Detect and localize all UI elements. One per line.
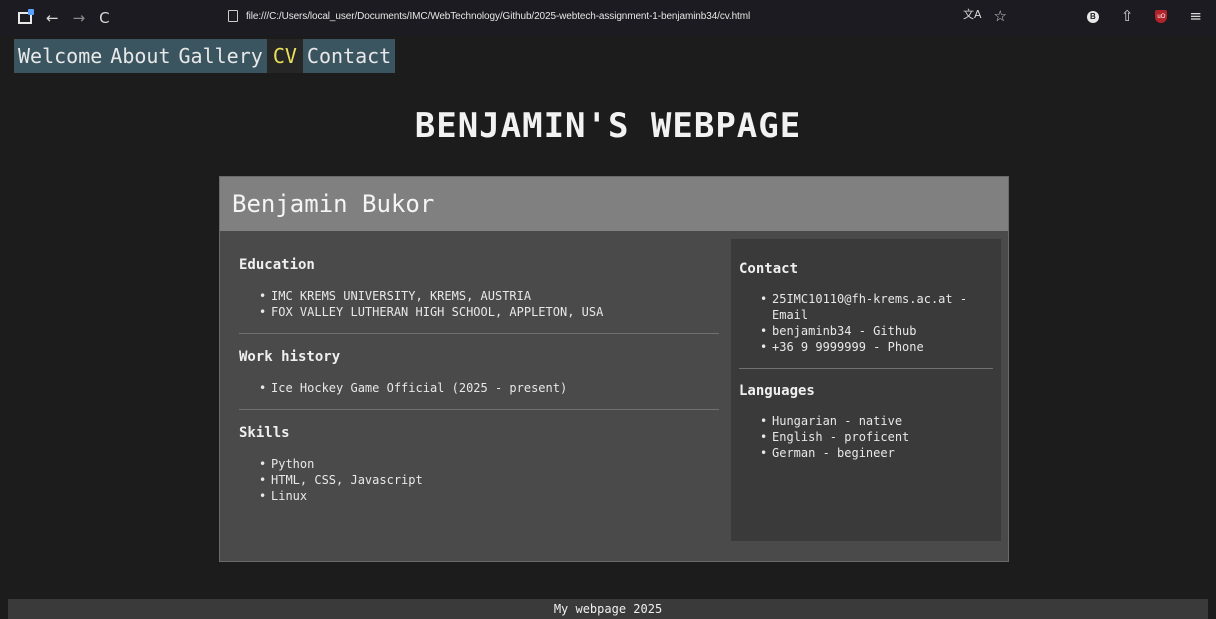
menu-icon[interactable]: ≡ <box>1189 9 1202 24</box>
site-title: BENJAMIN'S WEBPAGE <box>414 106 802 146</box>
list-item: IMC KREMS UNIVERSITY, KREMS, AUSTRIA <box>259 288 719 304</box>
skills-list: Python HTML, CSS, Javascript Linux <box>239 456 719 504</box>
page-icon <box>228 10 238 22</box>
cv-card: Benjamin Bukor Education IMC KREMS UNIVE… <box>219 176 1009 562</box>
page-viewport: Welcome About Gallery CV Contact BENJAMI… <box>8 36 1208 619</box>
back-icon[interactable]: ← <box>46 10 59 26</box>
section-divider <box>739 368 993 369</box>
nav-cv[interactable]: CV <box>266 39 303 73</box>
nav-contact[interactable]: Contact <box>302 39 396 73</box>
contact-list: 25IMC10110@fh-krems.ac.at - Email benjam… <box>739 291 993 355</box>
reload-icon[interactable]: C <box>99 10 109 26</box>
cv-main-column: Education IMC KREMS UNIVERSITY, KREMS, A… <box>239 257 719 504</box>
bookmark-star-icon[interactable]: ☆ <box>994 9 1007 24</box>
nav-gallery[interactable]: Gallery <box>174 39 267 73</box>
list-item: Ice Hockey Game Official (2025 - present… <box>259 380 719 396</box>
main-nav: Welcome About Gallery CV Contact <box>14 39 396 73</box>
contact-title: Contact <box>739 261 799 277</box>
cv-name: Benjamin Bukor <box>232 190 435 218</box>
work-history-title: Work history <box>239 349 341 365</box>
list-item: HTML, CSS, Javascript <box>259 472 719 488</box>
list-item: English - proficent <box>760 429 993 445</box>
forward-icon[interactable]: → <box>73 10 86 26</box>
list-item: Linux <box>259 488 719 504</box>
education-title: Education <box>239 257 315 273</box>
translate-icon[interactable]: 文A <box>963 9 982 24</box>
address-bar[interactable]: file:///C:/Users/local_user/Documents/IM… <box>228 10 750 22</box>
languages-list: Hungarian - native English - proficent G… <box>739 413 993 461</box>
work-history-list: Ice Hockey Game Official (2025 - present… <box>239 380 719 396</box>
cv-sidebar: Contact 25IMC10110@fh-krems.ac.at - Emai… <box>731 239 1001 541</box>
list-item: Hungarian - native <box>760 413 993 429</box>
extensions-icon[interactable]: ⇧ <box>1121 9 1134 24</box>
cv-header: Benjamin Bukor <box>220 177 1008 231</box>
contact-phone: +36 9 9999999 - Phone <box>760 339 993 355</box>
languages-title: Languages <box>739 383 815 399</box>
nav-welcome[interactable]: Welcome <box>14 39 107 73</box>
contact-email: 25IMC10110@fh-krems.ac.at - Email <box>760 291 993 323</box>
browser-toolbar: ← → C file:///C:/Users/local_user/Docume… <box>0 0 1216 36</box>
ublock-icon[interactable]: uO <box>1155 10 1168 23</box>
section-divider <box>239 409 719 410</box>
list-item: German - begineer <box>760 445 993 461</box>
list-item: FOX VALLEY LUTHERAN HIGH SCHOOL, APPLETO… <box>259 304 719 320</box>
section-divider <box>239 333 719 334</box>
skills-title: Skills <box>239 425 290 441</box>
tab-icon[interactable] <box>18 9 34 24</box>
nav-about[interactable]: About <box>106 39 175 73</box>
url-text[interactable]: file:///C:/Users/local_user/Documents/IM… <box>246 11 750 22</box>
education-list: IMC KREMS UNIVERSITY, KREMS, AUSTRIA FOX… <box>239 288 719 320</box>
list-item: Python <box>259 456 719 472</box>
contact-github: benjaminb34 - Github <box>760 323 993 339</box>
extension-icon[interactable]: B <box>1086 10 1099 23</box>
page-footer: My webpage 2025 <box>8 599 1208 619</box>
